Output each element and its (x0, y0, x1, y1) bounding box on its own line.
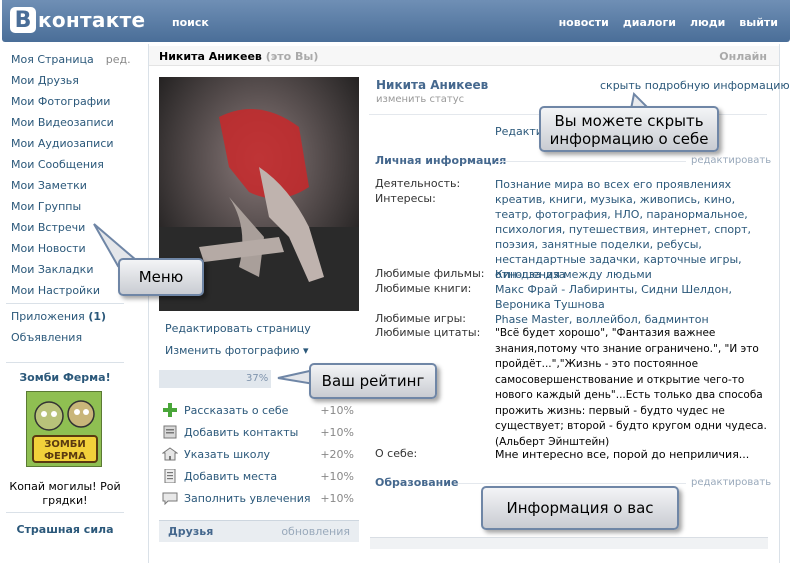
edit-page-link[interactable]: Редактировать страницу (165, 322, 311, 344)
section-line (496, 161, 686, 162)
rating-percent: 37% (246, 373, 269, 384)
change-status-link[interactable]: изменить статус (376, 94, 464, 105)
task-percent: +10% (320, 404, 354, 417)
profile-name-bar: Никита Аникеев (это Вы) Онлайн (149, 46, 779, 66)
education-title: Образование (375, 476, 459, 489)
menu-settings[interactable]: Мои Настройки (11, 283, 131, 304)
zombie-farm-icon: ЗОМБИ ФЕРМА (27, 392, 101, 466)
bottom-section (370, 537, 768, 549)
promo-image[interactable]: ЗОМБИ ФЕРМА (26, 391, 102, 467)
quotes-label: Любимые цитаты: (375, 326, 481, 339)
task-percent: +20% (320, 448, 354, 461)
activity-value[interactable]: Познание мира во всех его проявлениях (495, 177, 767, 192)
top-bar: В контакте поиск новости диалоги люди вы… (2, 0, 790, 42)
profile-tasks: Рассказать о себе +10% Добавить контакты… (160, 402, 360, 512)
task-places[interactable]: Добавить места +10% (160, 468, 360, 490)
section-line (458, 483, 686, 484)
education-edit-link[interactable]: редактировать (691, 477, 771, 488)
task-label[interactable]: Добавить контакты (184, 426, 298, 439)
school-house-icon (162, 447, 178, 461)
task-label[interactable]: Указать школу (184, 448, 270, 461)
profile-name: Никита Аникеев (376, 78, 489, 92)
menu-my-page[interactable]: Моя Страница ред. (11, 52, 131, 73)
callout-info: Информация о вас (481, 486, 679, 530)
nav-dialogs[interactable]: диалоги (623, 16, 676, 29)
task-about[interactable]: Рассказать о себе +10% (160, 402, 360, 424)
menu-my-page-label[interactable]: Моя Страница (11, 53, 94, 66)
promo-title[interactable]: Зомби Ферма! (6, 371, 124, 384)
books-label: Любимые книги: (375, 282, 472, 295)
friends-header[interactable]: Друзья обновления (159, 520, 359, 542)
logo-text: контакте (38, 8, 146, 32)
search-link[interactable]: поиск (172, 16, 209, 29)
apps-count: (1) (88, 310, 107, 323)
menu-friends[interactable]: Мои Друзья (11, 73, 131, 94)
friends-title[interactable]: Друзья (168, 525, 213, 538)
photo-links: Редактировать страницу Изменить фотограф… (165, 322, 311, 366)
name-bar-you: (это Вы) (265, 50, 319, 63)
name-bar-title: Никита Аникеев (это Вы) (159, 50, 318, 63)
nav-people[interactable]: люди (690, 16, 725, 29)
menu-photos[interactable]: Мои Фотографии (11, 94, 131, 115)
menu-apps[interactable]: Приложения (1) (11, 310, 106, 331)
menu-audio[interactable]: Мои Аудиозаписи (11, 136, 131, 157)
menu-divider-2 (6, 362, 124, 363)
task-percent: +10% (320, 426, 354, 439)
callout-hide-info: Вы можете скрыть информацию о себе (539, 106, 719, 152)
name-bar-name: Никита Аникеев (159, 50, 262, 63)
films-value[interactable]: Кин-дза-дза (495, 267, 767, 282)
friends-updates[interactable]: обновления (281, 525, 350, 538)
task-label[interactable]: Заполнить увлечения (184, 492, 311, 505)
menu-messages[interactable]: Мои Сообщения (11, 157, 131, 178)
task-percent: +10% (320, 470, 354, 483)
menu-ads[interactable]: Объявления (11, 331, 106, 352)
svg-text:ЗОМБИ: ЗОМБИ (44, 439, 86, 450)
menu-edit-link[interactable]: ред. (106, 53, 131, 66)
quotes-value: "Всё будет хорошо", "Фантазия важнее зна… (495, 327, 767, 448)
speech-bubble-icon (162, 492, 178, 505)
plus-icon (163, 403, 177, 417)
about-value: Мне интересно все, порой до неприличия..… (495, 448, 750, 461)
callout-rating: Ваш рейтинг (309, 363, 437, 399)
online-status: Онлайн (719, 50, 767, 63)
promo-caption: Копай могилы! Рой грядки! (9, 480, 121, 507)
activity-label: Деятельность: (375, 177, 461, 190)
books-value[interactable]: Макс Фрай - Лабиринты, Сидни Шелдон, Вер… (495, 282, 767, 312)
games-label: Любимые игры: (375, 312, 467, 325)
task-percent: +10% (320, 492, 354, 505)
task-label[interactable]: Рассказать о себе (184, 404, 288, 417)
interests-label: Интересы: (375, 192, 436, 205)
menu-notes[interactable]: Мои Заметки (11, 178, 131, 199)
promo-divider (6, 512, 124, 513)
change-photo-link[interactable]: Изменить фотографию ▾ (165, 344, 311, 366)
callout-menu: Меню (118, 258, 204, 296)
task-hobbies[interactable]: Заполнить увлечения +10% (160, 490, 360, 512)
vk-logo[interactable]: В контакте (10, 6, 145, 34)
apps-label[interactable]: Приложения (11, 310, 85, 323)
menu-videos[interactable]: Мои Видеозаписи (11, 115, 131, 136)
personal-info-title: Личная информация (375, 154, 507, 167)
about-label: О себе: (375, 447, 418, 460)
logo-letter: В (10, 7, 36, 33)
hide-info-link[interactable]: скрыть подробную информацию (600, 79, 790, 92)
contact-card-icon (163, 425, 177, 439)
apps-block: Приложения (1) Объявления (11, 310, 106, 352)
svg-text:ФЕРМА: ФЕРМА (44, 451, 86, 462)
nav-news[interactable]: новости (559, 16, 609, 29)
document-icon (164, 469, 176, 483)
menu-groups[interactable]: Мои Группы (11, 199, 131, 220)
menu-divider (6, 303, 124, 304)
task-school[interactable]: Указать школу +20% (160, 446, 360, 468)
nav-logout[interactable]: выйти (739, 16, 778, 29)
top-nav: новости диалоги люди выйти (559, 16, 778, 29)
task-label[interactable]: Добавить места (184, 470, 277, 483)
task-contacts[interactable]: Добавить контакты +10% (160, 424, 360, 446)
films-label: Любимые фильмы: (375, 267, 485, 280)
personal-edit-link[interactable]: редактировать (691, 155, 771, 166)
games-value[interactable]: Phase Master, воллейбол, бадминтон (495, 312, 767, 327)
promo-second-title[interactable]: Страшная сила (6, 523, 124, 536)
